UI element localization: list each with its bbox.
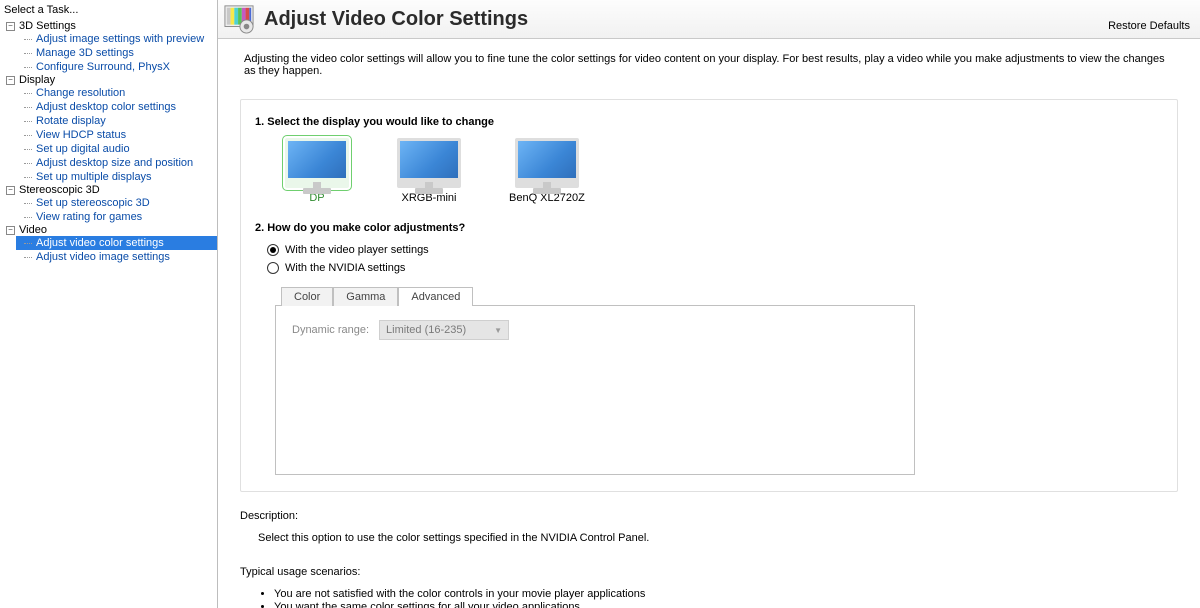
tree-leaf[interactable]: Manage 3D settings: [16, 46, 217, 60]
display-item[interactable]: BenQ XL2720Z: [509, 138, 585, 204]
task-tree-sidebar: Select a Task... −3D SettingsAdjust imag…: [0, 0, 218, 608]
tree-leaf[interactable]: Configure Surround, PhysX: [16, 60, 217, 74]
radio-option[interactable]: With the video player settings: [255, 242, 1163, 260]
tree-group[interactable]: −3D Settings: [2, 20, 217, 32]
tab-color[interactable]: Color: [281, 287, 333, 306]
monitor-icon: [285, 138, 349, 188]
radio-icon: [267, 244, 279, 256]
tree-group-label: Stereoscopic 3D: [19, 184, 100, 196]
tab-body-advanced: Dynamic range: Limited (16-235) ▼: [275, 305, 915, 475]
tree-group[interactable]: −Video: [2, 224, 217, 236]
tree-leaf[interactable]: Rotate display: [16, 114, 217, 128]
tree-leaf[interactable]: View rating for games: [16, 210, 217, 224]
monitor-icon: [515, 138, 579, 188]
step2-label: 2. How do you make color adjustments?: [255, 222, 1163, 234]
description-text: Select this option to use the color sett…: [240, 532, 1178, 544]
collapse-icon[interactable]: −: [6, 22, 15, 31]
tree-leaf[interactable]: Adjust video image settings: [16, 250, 217, 264]
tree-group[interactable]: −Stereoscopic 3D: [2, 184, 217, 196]
dynamic-range-label: Dynamic range:: [292, 324, 369, 336]
tree-leaf[interactable]: Change resolution: [16, 86, 217, 100]
tree-leaf[interactable]: Set up digital audio: [16, 142, 217, 156]
tab-advanced[interactable]: Advanced: [398, 287, 473, 306]
display-item[interactable]: XRGB-mini: [397, 138, 461, 204]
step1-label: 1. Select the display you would like to …: [255, 116, 1163, 128]
description-title: Description:: [240, 510, 1178, 522]
tree-leaf[interactable]: Set up stereoscopic 3D: [16, 196, 217, 210]
dynamic-range-value: Limited (16-235): [386, 324, 466, 336]
tree-header: Select a Task...: [2, 2, 217, 20]
scenarios-title: Typical usage scenarios:: [240, 566, 1178, 578]
dynamic-range-select[interactable]: Limited (16-235) ▼: [379, 320, 509, 340]
tree-group-label: Display: [19, 74, 55, 86]
tree-group-label: Video: [19, 224, 47, 236]
intro-text: Adjusting the video color settings will …: [240, 53, 1178, 99]
radio-label: With the NVIDIA settings: [285, 262, 405, 274]
main-panel: Adjust Video Color Settings Restore Defa…: [218, 0, 1200, 608]
scenario-item: You want the same color settings for all…: [274, 601, 1178, 608]
tree-leaf[interactable]: Adjust desktop size and position: [16, 156, 217, 170]
tree-leaf[interactable]: Set up multiple displays: [16, 170, 217, 184]
settings-panel: 1. Select the display you would like to …: [240, 99, 1178, 492]
tree-group-label: 3D Settings: [19, 20, 76, 32]
description-block: Description: Select this option to use t…: [240, 510, 1178, 608]
tree-leaf[interactable]: View HDCP status: [16, 128, 217, 142]
title-bar: Adjust Video Color Settings Restore Defa…: [218, 0, 1200, 39]
display-item[interactable]: DP: [285, 138, 349, 204]
tree-leaf[interactable]: Adjust image settings with preview: [16, 32, 217, 46]
tab-gamma[interactable]: Gamma: [333, 287, 398, 306]
collapse-icon[interactable]: −: [6, 186, 15, 195]
colorbars-icon: [224, 4, 254, 34]
scenario-item: You are not satisfied with the color con…: [274, 588, 1178, 600]
tree-leaf[interactable]: Adjust video color settings: [16, 236, 217, 250]
page-title: Adjust Video Color Settings: [264, 8, 528, 31]
collapse-icon[interactable]: −: [6, 76, 15, 85]
tree-group[interactable]: −Display: [2, 74, 217, 86]
restore-defaults-link[interactable]: Restore Defaults: [1108, 20, 1190, 34]
collapse-icon[interactable]: −: [6, 226, 15, 235]
monitor-icon: [397, 138, 461, 188]
radio-icon: [267, 262, 279, 274]
radio-label: With the video player settings: [285, 244, 429, 256]
tab-block: ColorGammaAdvanced Dynamic range: Limite…: [275, 286, 1163, 475]
chevron-down-icon: ▼: [494, 326, 502, 335]
radio-option[interactable]: With the NVIDIA settings: [255, 260, 1163, 278]
tree-leaf[interactable]: Adjust desktop color settings: [16, 100, 217, 114]
